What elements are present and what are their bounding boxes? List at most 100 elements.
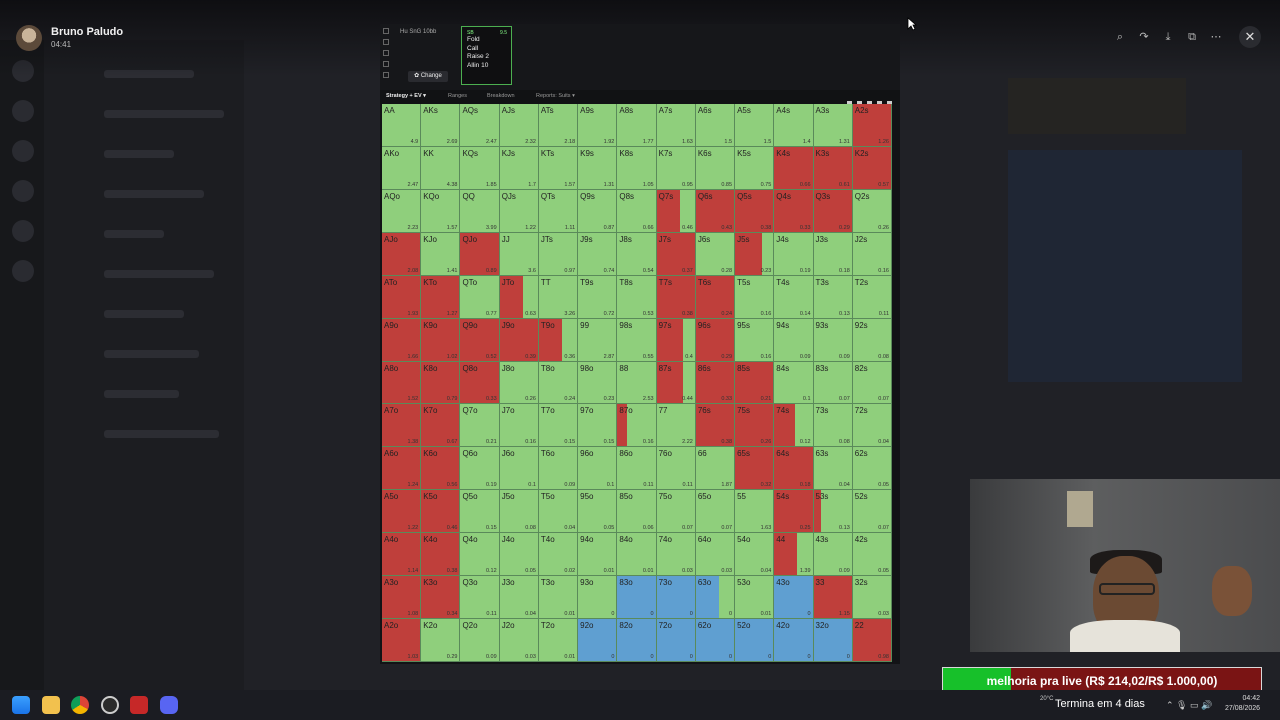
hand-cell[interactable]: T3s 0.13 (813, 275, 853, 319)
hand-cell[interactable]: K8s 1.05 (617, 146, 657, 190)
hand-cell[interactable]: Q9s 0.87 (578, 189, 618, 233)
hand-cell[interactable]: AJo 2.08 (382, 232, 422, 276)
hand-cell[interactable]: J6s 0.28 (695, 232, 736, 276)
hand-cell[interactable]: 43o 0 (774, 576, 814, 620)
chrome-icon[interactable] (71, 696, 89, 714)
hand-cell[interactable]: 73o 0 (656, 576, 696, 620)
hand-cell[interactable]: Q3o 0.11 (460, 576, 500, 620)
change-button[interactable]: ✿ Change (408, 71, 448, 82)
hand-cell[interactable]: A2s 1.26 (852, 104, 892, 147)
hand-cell[interactable]: J8o 0.26 (499, 361, 539, 405)
hand-cell[interactable]: 65o 0.07 (695, 490, 736, 534)
action-option[interactable]: Allin 10 (467, 62, 506, 71)
channel-item[interactable] (104, 110, 224, 118)
hand-cell[interactable]: T7o 0.15 (538, 404, 579, 448)
hand-cell[interactable]: 76s 0.38 (695, 404, 736, 448)
hand-cell[interactable]: AKo 2.47 (382, 146, 422, 190)
hand-cell[interactable]: 93s 0.09 (813, 318, 853, 362)
hand-cell[interactable]: 92o 0 (578, 619, 618, 662)
hand-cell[interactable]: 32s 0.03 (852, 576, 892, 620)
hand-cell[interactable]: KK 4.38 (421, 146, 461, 190)
hand-cell[interactable]: QQ 3.99 (460, 189, 500, 233)
hand-cell[interactable]: K4s 0.66 (774, 146, 814, 190)
more-icon[interactable]: ⋯ (1208, 29, 1224, 45)
hand-cell[interactable]: ATo 1.93 (382, 275, 422, 319)
hand-cell[interactable]: 74s 0.12 (774, 404, 814, 448)
hand-cell[interactable]: KQs 1.85 (460, 146, 500, 190)
hand-cell[interactable]: 86s 0.33 (695, 361, 736, 405)
zoom-in-icon[interactable]: ⌕ (1112, 29, 1128, 45)
hand-cell[interactable]: Q2s 0.26 (852, 189, 892, 233)
hand-cell[interactable]: T2s 0.11 (852, 275, 892, 319)
hand-cell[interactable]: J9o 0.39 (499, 318, 539, 362)
hand-cell[interactable]: 43s 0.09 (813, 533, 853, 577)
hand-cell[interactable]: 77 2.22 (656, 404, 696, 448)
hand-cell[interactable]: K7o 0.67 (421, 404, 461, 448)
hand-cell[interactable]: 85s 0.21 (735, 361, 775, 405)
hand-cell[interactable]: J3o 0.04 (499, 576, 539, 620)
hand-cell[interactable]: J2s 0.16 (852, 232, 892, 276)
hand-cell[interactable]: 86o 0.11 (617, 447, 657, 491)
hand-cell[interactable]: Q5s 0.38 (735, 189, 775, 233)
hand-cell[interactable]: A2o 1.03 (382, 619, 422, 662)
hand-cell[interactable]: 65s 0.32 (735, 447, 775, 491)
action-option[interactable]: Raise 2 (467, 53, 506, 62)
hand-cell[interactable]: Q7s 0.46 (656, 189, 696, 233)
hand-cell[interactable]: KTs 1.57 (538, 146, 579, 190)
hand-cell[interactable]: J8s 0.54 (617, 232, 657, 276)
hand-cell[interactable]: Q6o 0.19 (460, 447, 500, 491)
hand-cell[interactable]: T6o 0.09 (538, 447, 579, 491)
hand-cell[interactable]: A3s 1.31 (813, 104, 853, 147)
tab-strategy-ev[interactable]: Strategy + EV ▾ (386, 93, 426, 99)
hand-cell[interactable]: 53o 0.01 (735, 576, 775, 620)
hand-cell[interactable]: QTo 0.77 (460, 275, 500, 319)
hand-cell[interactable]: T8s 0.53 (617, 275, 657, 319)
bookmark-icon[interactable] (383, 28, 389, 34)
hand-cell[interactable]: J4o 0.05 (499, 533, 539, 577)
hand-cell[interactable]: T4o 0.02 (538, 533, 579, 577)
hand-cell[interactable]: A9s 1.92 (578, 104, 618, 147)
hand-cell[interactable]: 82s 0.07 (852, 361, 892, 405)
windows-start-icon[interactable] (12, 696, 30, 714)
hand-cell[interactable]: 33 1.15 (813, 576, 853, 620)
hand-cell[interactable]: AKs 2.69 (421, 104, 461, 147)
hand-cell[interactable]: J2o 0.03 (499, 619, 539, 662)
car-icon[interactable] (383, 61, 389, 67)
server-icon[interactable] (12, 260, 34, 282)
action-option[interactable]: Call (467, 45, 506, 54)
settings-icon[interactable] (383, 39, 389, 45)
hand-cell[interactable]: 54o 0.04 (735, 533, 775, 577)
hand-cell[interactable]: 55 1.63 (735, 490, 775, 534)
hand-cell[interactable]: T3o 0.01 (538, 576, 579, 620)
poker-client-icon[interactable] (130, 696, 148, 714)
hand-cell[interactable]: Q2o 0.09 (460, 619, 500, 662)
hand-cell[interactable]: 52s 0.07 (852, 490, 892, 534)
hand-cell[interactable]: 76o 0.11 (656, 447, 696, 491)
hand-cell[interactable]: 98o 0.23 (578, 361, 618, 405)
hand-cell[interactable]: 97s 0.4 (656, 318, 696, 362)
hand-cell[interactable]: 63s 0.04 (813, 447, 853, 491)
hand-cell[interactable]: AQo 2.23 (382, 189, 422, 233)
hand-cell[interactable]: A7o 1.38 (382, 404, 422, 448)
hand-cell[interactable]: T9s 0.72 (578, 275, 618, 319)
tab-reports-suits[interactable]: Reports: Suits ▾ (536, 93, 575, 99)
hand-cell[interactable]: K6s 0.85 (695, 146, 736, 190)
hand-cell[interactable]: Q4s 0.33 (774, 189, 814, 233)
hand-cell[interactable]: 98s 0.55 (617, 318, 657, 362)
hand-cell[interactable]: QTs 1.11 (538, 189, 579, 233)
hand-cell[interactable]: J9s 0.74 (578, 232, 618, 276)
weather-temp[interactable]: 20°C (1040, 696, 1053, 702)
hand-cell[interactable]: T5s 0.16 (735, 275, 775, 319)
hand-cell[interactable]: Q8o 0.33 (460, 361, 500, 405)
channel-item[interactable] (104, 430, 219, 438)
hand-cell[interactable]: 42o 0 (774, 619, 814, 662)
hand-cell[interactable]: KQo 1.57 (421, 189, 461, 233)
tab-ranges[interactable]: Ranges (448, 93, 467, 99)
hand-cell[interactable]: K2o 0.29 (421, 619, 461, 662)
hand-cell[interactable]: 92s 0.08 (852, 318, 892, 362)
hand-cell[interactable]: 64s 0.18 (774, 447, 814, 491)
hand-cell[interactable]: T7s 0.38 (656, 275, 696, 319)
channel-item[interactable] (104, 230, 164, 238)
hand-cell[interactable]: QJs 1.22 (499, 189, 539, 233)
hand-cell[interactable]: 64o 0.03 (695, 533, 736, 577)
